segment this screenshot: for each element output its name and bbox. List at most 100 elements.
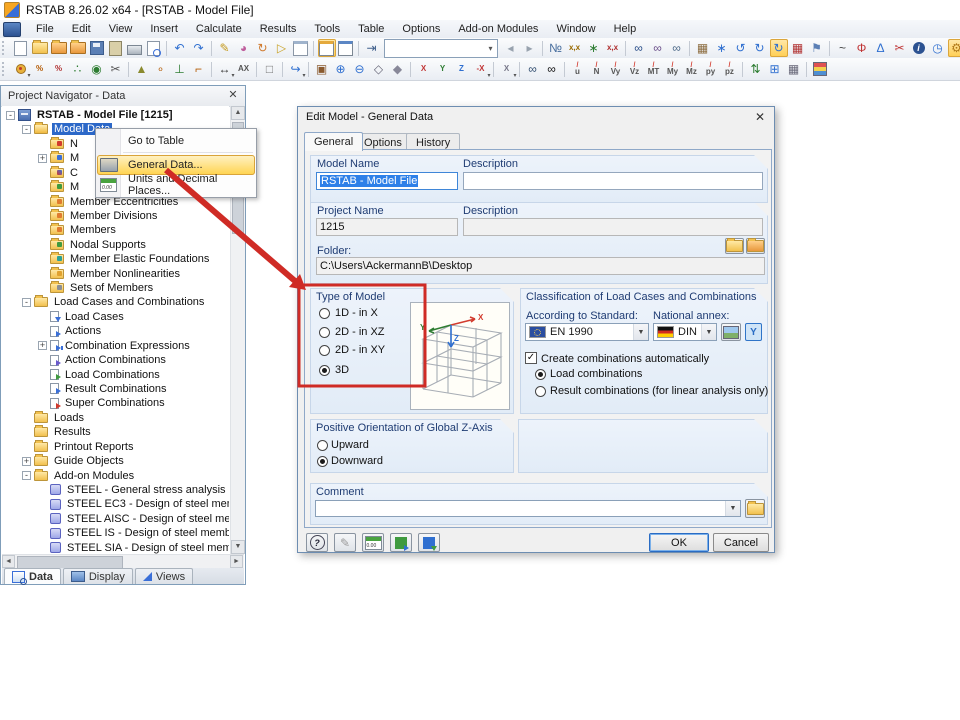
visibility-shaded-icon[interactable]: ∞ [543, 60, 561, 78]
tab-general[interactable]: General [304, 132, 363, 151]
export-excel-button[interactable] [390, 533, 412, 552]
result-deformation-icon[interactable]: u [569, 60, 587, 78]
tree-item-steel-ec3-design-of-steel-membe[interactable]: STEEL EC3 - Design of steel membe [2, 497, 229, 511]
tree-item-n-2[interactable]: N [2, 137, 80, 151]
units-button[interactable] [362, 533, 384, 552]
insert-node-icon[interactable]: ▾ [12, 60, 30, 78]
view-in-x-icon[interactable]: X [415, 60, 433, 78]
dialog-titlebar[interactable]: Edit Model - General Data ✕ [298, 107, 774, 127]
show-tables-icon[interactable] [318, 39, 336, 57]
radio-result-combinations[interactable] [535, 386, 546, 397]
menu-file[interactable]: File [27, 20, 63, 38]
result-pz-icon[interactable]: pz [721, 60, 739, 78]
regenerate-gears-icon[interactable]: ⚙ [948, 39, 960, 57]
control-panel-icon[interactable] [811, 60, 829, 78]
split-member-icon[interactable]: ✂ [107, 60, 125, 78]
create-combinations-checkbox[interactable]: ✓ [525, 352, 537, 364]
menu-window[interactable]: Window [547, 20, 604, 38]
result-Vz-icon[interactable]: Vz [626, 60, 644, 78]
scroll-up-icon[interactable]: ▲ [231, 106, 245, 120]
select-pointer-icon[interactable]: ▷ [273, 39, 291, 57]
help-button[interactable]: ? [306, 533, 328, 552]
open-model-icon[interactable] [31, 39, 49, 57]
connect-chain-icon[interactable]: ~ [834, 39, 852, 57]
table-combobox[interactable]: ▾ [384, 39, 498, 58]
scroll-left-icon[interactable]: ◄ [2, 555, 15, 568]
result-N-icon[interactable]: N [588, 60, 606, 78]
tree-item-load-cases[interactable]: Load Cases [2, 310, 126, 324]
selection-box-icon[interactable]: □ [261, 60, 279, 78]
chevron-down-icon[interactable]: ▾ [484, 44, 497, 53]
tree-item-steel-general-stress-analysis-of-st[interactable]: STEEL - General stress analysis of st [2, 483, 229, 497]
menu-help[interactable]: Help [605, 20, 646, 38]
dimension-tool-icon[interactable]: ↔▾ [216, 60, 234, 78]
menu-insert[interactable]: Insert [141, 20, 187, 38]
view-in-z-icon[interactable]: Z [453, 60, 471, 78]
radio-1d-in-x[interactable] [319, 308, 330, 319]
filter-annex-button[interactable]: Y [745, 323, 762, 341]
zoom-window-icon[interactable]: ◕ [235, 39, 253, 57]
tree-item-c-4[interactable]: C [2, 166, 80, 180]
tree-item-member-divisions[interactable]: Member Divisions [2, 209, 159, 223]
nav-forward-icon[interactable]: ▸ [521, 39, 539, 57]
history-clock-icon[interactable]: ◷ [929, 39, 947, 57]
radio-3d[interactable] [319, 365, 330, 376]
navigator-tab-display[interactable]: Display [63, 568, 133, 584]
radio-downward[interactable] [317, 456, 328, 467]
menu-view[interactable]: View [100, 20, 142, 38]
close-icon[interactable]: ✕ [225, 89, 241, 103]
show-support-symbols-icon[interactable]: ∗ [585, 39, 603, 57]
edit-comment-button[interactable]: ✎ [334, 533, 356, 552]
rotate-view-free-icon[interactable]: ↻ [770, 39, 788, 57]
tree-item-action-combinations[interactable]: Action Combinations [2, 353, 168, 367]
member-eccentricity-icon[interactable]: ⌐ [190, 60, 208, 78]
divide-member-icon[interactable]: % [31, 60, 49, 78]
tree-item-nodal-supports[interactable]: Nodal Supports [2, 238, 148, 252]
mirror-delta-icon[interactable]: Δ [872, 39, 890, 57]
visibility-glasses-icon[interactable]: ∞ [524, 60, 542, 78]
mirror-phi-icon[interactable]: Φ [853, 39, 871, 57]
connect-members-icon[interactable]: ↪▾ [287, 60, 305, 78]
arrange-panels-icon[interactable]: ▦ [785, 60, 803, 78]
chevron-down-icon[interactable]: ▼ [725, 501, 740, 516]
tree-item-actions[interactable]: Actions [2, 324, 103, 338]
zoom-rotate-icon[interactable]: ↻ [254, 39, 272, 57]
rotate-view-left-icon[interactable]: ↺ [732, 39, 750, 57]
result-py-icon[interactable]: py [702, 60, 720, 78]
merge-members-icon[interactable]: ∴ [69, 60, 87, 78]
round-node-icon[interactable]: ◉ [88, 60, 106, 78]
context-menu-item-go-to-table[interactable]: Go to Table [97, 131, 255, 151]
tree-expander-icon[interactable]: - [6, 111, 15, 120]
import-excel-button[interactable] [418, 533, 440, 552]
undo-icon[interactable]: ↶ [171, 39, 189, 57]
tree-item-load-combinations[interactable]: Load Combinations [2, 368, 162, 382]
tree-item-guide-objects[interactable]: +Guide Objects [2, 454, 126, 468]
table-manager-icon[interactable] [337, 39, 355, 57]
rotate-view-right-icon[interactable]: ↻ [751, 39, 769, 57]
nodal-support-icon[interactable]: ▲ [133, 60, 151, 78]
menu-options[interactable]: Options [393, 20, 449, 38]
insert-member-icon[interactable]: % [50, 60, 68, 78]
horizontal-scrollbar[interactable]: ◄ ► [2, 554, 244, 569]
annex-details-button[interactable] [721, 323, 741, 341]
tree-item-super-combinations[interactable]: Super Combinations [2, 396, 167, 410]
tree-item-rstab-model-file-1215[interactable]: -RSTAB - Model File [1215] [2, 108, 174, 122]
save-icon[interactable] [88, 39, 106, 57]
tree-expander-icon[interactable]: + [38, 154, 47, 163]
result-table-icon[interactable]: ⊞ [766, 60, 784, 78]
cut-object-icon[interactable]: ✂ [891, 39, 909, 57]
work-plane-icon[interactable]: ▦ [789, 39, 807, 57]
radio-2d-in-xy[interactable] [319, 345, 330, 356]
find-in-grid-icon[interactable]: ∞ [668, 39, 686, 57]
comment-combobox[interactable]: ▼ [315, 500, 741, 517]
chevron-down-icon[interactable]: ▾ [513, 73, 516, 79]
result-Mz-icon[interactable]: Mz [683, 60, 701, 78]
menu-table[interactable]: Table [349, 20, 393, 38]
menu-add-on-modules[interactable]: Add-on Modules [449, 20, 547, 38]
open-project-icon[interactable] [50, 39, 68, 57]
comment-notes-button[interactable] [745, 499, 765, 518]
tree-item-combination-expressions[interactable]: +Combination Expressions [2, 339, 192, 353]
edit-tool-icon[interactable]: ✎ [216, 39, 234, 57]
redo-icon[interactable]: ↷ [190, 39, 208, 57]
save-project-icon[interactable] [69, 39, 87, 57]
